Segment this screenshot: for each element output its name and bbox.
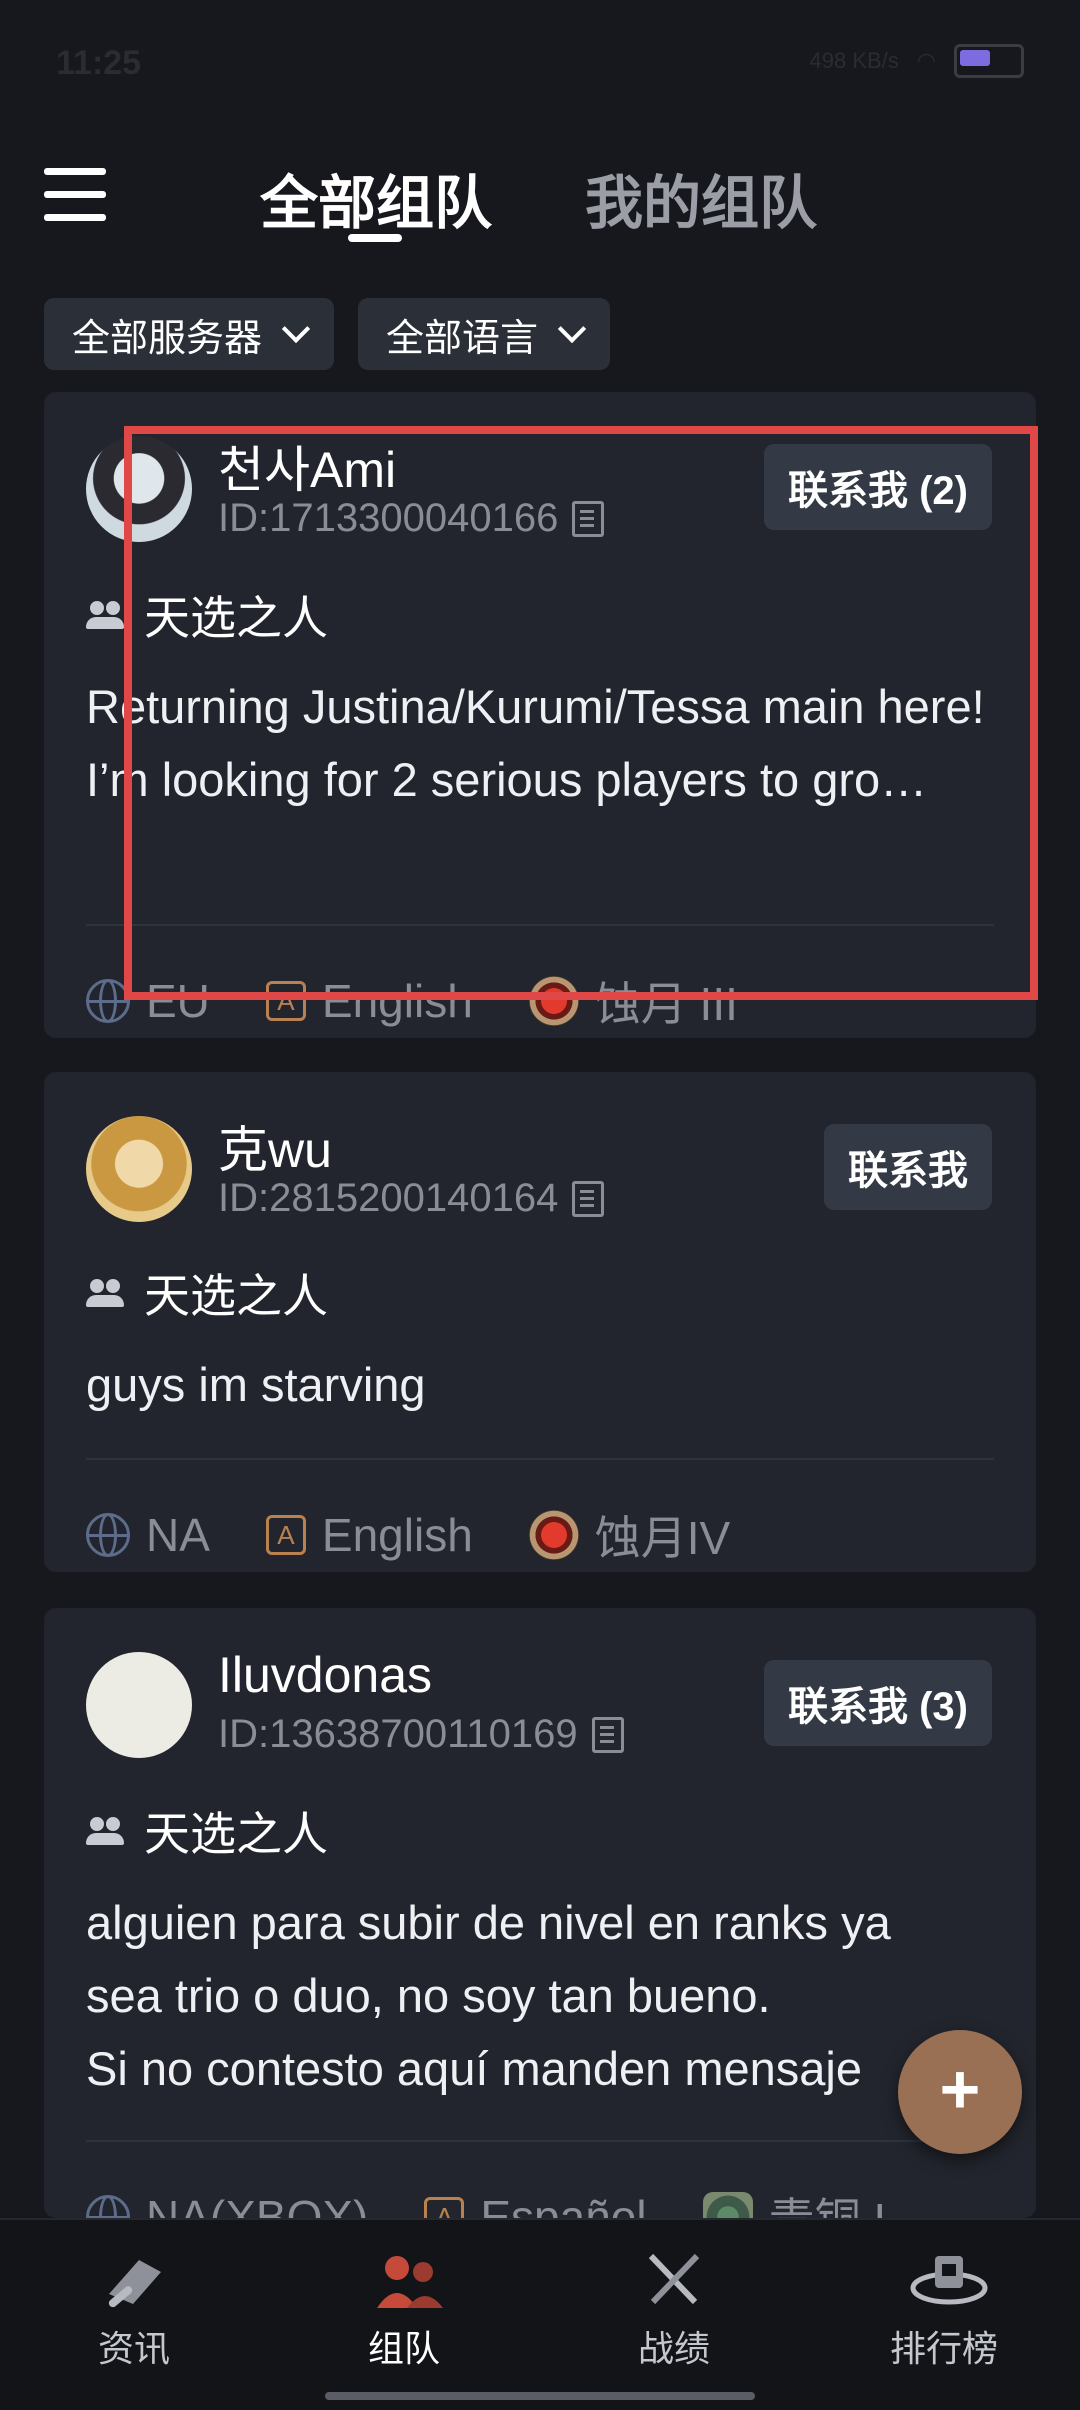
- group-tag: 天选之人: [86, 1798, 328, 1864]
- contact-me-button[interactable]: 联系我 (3): [764, 1660, 992, 1746]
- team-post-card[interactable]: 천사Ami ID:1713300040166 联系我 (2) 天选之人 Retu…: [44, 392, 1036, 1038]
- group-people-icon: [86, 1817, 126, 1845]
- avatar[interactable]: [86, 1652, 192, 1758]
- trophy-icon: [909, 2250, 988, 2310]
- status-time: 11:25: [56, 44, 142, 82]
- language-icon: A: [424, 2197, 465, 2218]
- post-meta-row: NA(XBOX) AEspañol 青铜 I: [86, 2184, 942, 2218]
- rank-tag: 蚀月IV: [528, 1502, 730, 1568]
- post-meta-row: NA A English 蚀月IV: [86, 1502, 786, 1568]
- region-tag: EU: [86, 974, 210, 1028]
- player-id: ID:1713300040166: [218, 496, 605, 541]
- nav-item-records[interactable]: 战绩: [574, 2250, 774, 2372]
- post-message: Returning Justina/Kurumi/Tessa main here…: [86, 680, 985, 806]
- rank-icon: [702, 2192, 753, 2218]
- server-filter-dropdown[interactable]: 全部服务器: [44, 298, 335, 370]
- create-team-button[interactable]: +: [898, 2030, 1022, 2154]
- group-tag: 天选之人: [86, 1260, 328, 1326]
- nav-label-records: 战绩: [637, 2328, 710, 2369]
- tab-all-teams[interactable]: 全部组队: [260, 156, 492, 240]
- region-tag: NA(XBOX): [86, 2190, 368, 2218]
- team-post-card[interactable]: 克wu ID:2815200140164 联系我 天选之人 guys im st…: [44, 1072, 1036, 1572]
- filter-bar: 全部服务器 全部语言: [44, 298, 611, 370]
- group-label: 天选之人: [144, 1270, 328, 1322]
- rank-tag: 青铜 I: [702, 2184, 886, 2218]
- nav-label-team: 组队: [367, 2328, 440, 2369]
- plus-icon: +: [939, 2050, 981, 2128]
- avatar[interactable]: [86, 436, 192, 542]
- copy-icon[interactable]: [572, 500, 605, 537]
- group-label: 天选之人: [144, 592, 328, 644]
- top-header: 全部组队 我的组队: [0, 140, 1080, 250]
- language-icon: A: [265, 981, 306, 1021]
- nav-item-team[interactable]: 组队: [304, 2250, 504, 2372]
- active-tab-indicator: [348, 234, 402, 242]
- wifi-icon: ◠: [916, 48, 936, 73]
- player-name: 克wu: [218, 1122, 332, 1178]
- battery-icon: [954, 44, 1024, 78]
- chevron-down-icon: [557, 314, 587, 344]
- rank-icon: [528, 1510, 579, 1560]
- menu-icon[interactable]: [44, 168, 106, 221]
- player-id: ID:13638700110169: [218, 1712, 624, 1757]
- post-message: guys im starving: [86, 1358, 426, 1411]
- region-tag: NA: [86, 1508, 210, 1562]
- post-message: alguien para subir de nivel en ranks ya …: [86, 1896, 891, 2095]
- team-icon: [369, 2250, 443, 2310]
- status-icons: 498 KB/s ◠: [809, 44, 1024, 78]
- news-scroll-icon: [99, 2250, 169, 2310]
- bottom-nav: 资讯 组队 战绩 排行榜: [0, 2218, 1080, 2410]
- post-meta-row: EU A English 蚀月 III: [86, 968, 794, 1034]
- group-label: 天选之人: [144, 1808, 328, 1860]
- chevron-down-icon: [281, 314, 311, 344]
- group-tag: 天选之人: [86, 582, 328, 648]
- language-filter-dropdown[interactable]: 全部语言: [358, 298, 611, 370]
- group-people-icon: [86, 601, 126, 629]
- group-people-icon: [86, 1279, 126, 1307]
- globe-icon: [86, 1513, 130, 1557]
- globe-icon: [86, 2195, 130, 2218]
- player-id: ID:2815200140164: [218, 1176, 605, 1221]
- avatar[interactable]: [86, 1116, 192, 1222]
- nav-label-news: 资讯: [97, 2328, 170, 2369]
- language-tag: A English: [265, 1508, 473, 1562]
- team-post-card[interactable]: Iluvdonas ID:13638700110169 联系我 (3) 天选之人…: [44, 1608, 1036, 2218]
- tab-my-teams[interactable]: 我的组队: [585, 156, 817, 240]
- nav-label-leaderboard: 排行榜: [889, 2328, 998, 2369]
- nav-item-news[interactable]: 资讯: [34, 2250, 234, 2372]
- rank-tag: 蚀月 III: [528, 968, 738, 1034]
- contact-me-button[interactable]: 联系我: [824, 1124, 992, 1210]
- net-speed: 498 KB/s: [809, 48, 899, 73]
- copy-icon[interactable]: [572, 1180, 605, 1217]
- home-indicator: [325, 2392, 755, 2400]
- card-divider: [86, 1458, 994, 1460]
- language-tag: A English: [265, 974, 473, 1028]
- language-tag: A Español: [424, 2190, 647, 2218]
- crossed-swords-icon: [639, 2250, 709, 2310]
- card-divider: [86, 924, 994, 926]
- language-filter-label: 全部语言: [386, 317, 539, 360]
- rank-icon: [528, 976, 579, 1026]
- player-name: Iluvdonas: [218, 1647, 433, 1703]
- card-divider: [86, 2140, 994, 2142]
- language-icon: A: [265, 1515, 306, 1555]
- player-name: 천사Ami: [218, 442, 397, 498]
- nav-item-leaderboard[interactable]: 排行榜: [844, 2250, 1044, 2372]
- globe-icon: [86, 979, 130, 1023]
- server-filter-label: 全部服务器: [72, 317, 263, 360]
- copy-icon[interactable]: [591, 1716, 624, 1753]
- status-bar: 11:25 498 KB/s ◠: [0, 0, 1080, 130]
- contact-me-button[interactable]: 联系我 (2): [764, 444, 992, 530]
